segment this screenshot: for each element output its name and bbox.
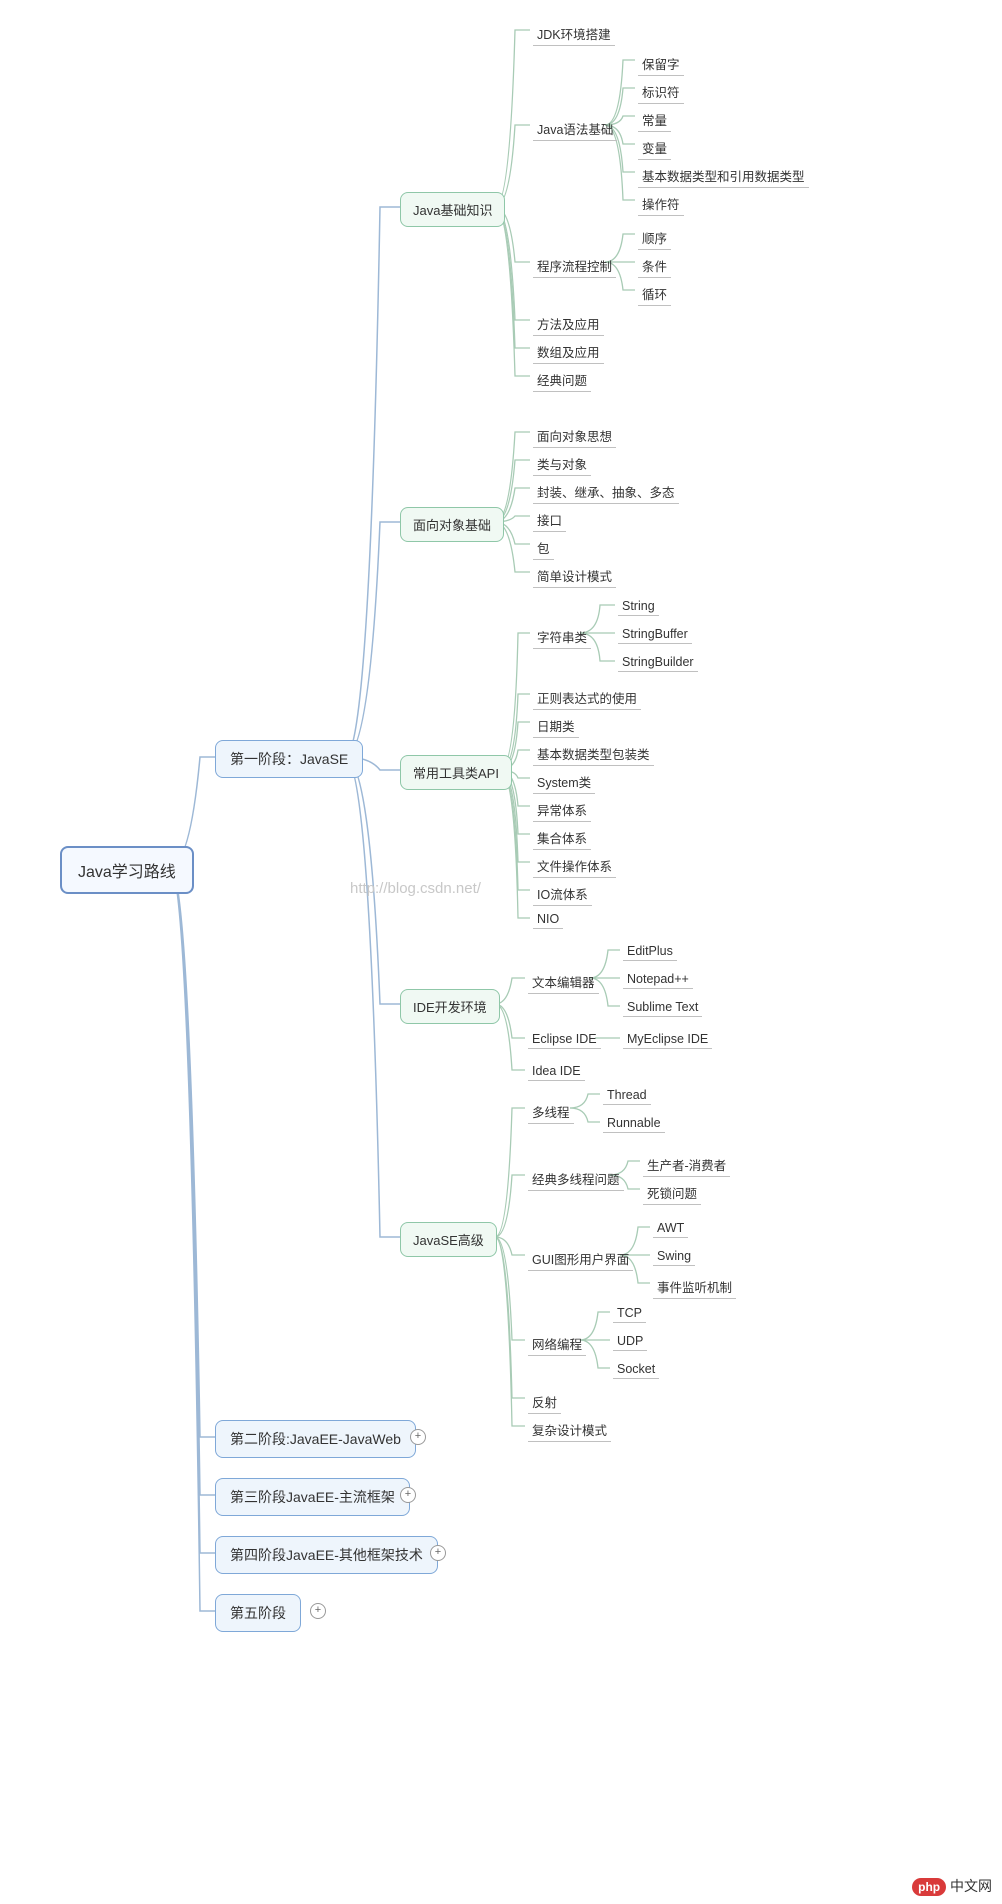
leaf[interactable]: UDP xyxy=(613,1332,647,1351)
phase-3[interactable]: 第三阶段JavaEE-主流框架 xyxy=(215,1478,410,1516)
cat-oop[interactable]: 面向对象基础 xyxy=(400,507,504,542)
leaf[interactable]: 常量 xyxy=(638,108,671,132)
leaf[interactable]: 基本数据类型和引用数据类型 xyxy=(638,164,809,188)
leaf[interactable]: 变量 xyxy=(638,136,671,160)
cat-api[interactable]: 常用工具类API xyxy=(400,755,512,790)
phase-5[interactable]: 第五阶段 xyxy=(215,1594,301,1632)
leaf[interactable]: EditPlus xyxy=(623,942,677,961)
leaf[interactable]: 经典问题 xyxy=(533,368,591,392)
leaf[interactable]: 标识符 xyxy=(638,80,684,104)
leaf[interactable]: String xyxy=(618,597,659,616)
leaf[interactable]: 事件监听机制 xyxy=(653,1275,736,1299)
leaf[interactable]: TCP xyxy=(613,1304,646,1323)
leaf[interactable]: 条件 xyxy=(638,254,671,278)
leaf[interactable]: 日期类 xyxy=(533,714,579,738)
leaf[interactable]: Swing xyxy=(653,1247,695,1266)
connector-canvas xyxy=(0,0,1002,1904)
leaf[interactable]: 包 xyxy=(533,536,554,560)
leaf[interactable]: 操作符 xyxy=(638,192,684,216)
leaf[interactable]: Idea IDE xyxy=(528,1062,585,1081)
leaf[interactable]: StringBuilder xyxy=(618,653,698,672)
leaf[interactable]: 集合体系 xyxy=(533,826,591,850)
leaf[interactable]: IO流体系 xyxy=(533,882,592,906)
leaf[interactable]: 多线程 xyxy=(528,1100,574,1124)
leaf[interactable]: 字符串类 xyxy=(533,625,591,649)
leaf[interactable]: AWT xyxy=(653,1219,688,1238)
leaf[interactable]: MyEclipse IDE xyxy=(623,1030,712,1049)
phase-2[interactable]: 第二阶段:JavaEE-JavaWeb xyxy=(215,1420,416,1458)
leaf[interactable]: 复杂设计模式 xyxy=(528,1418,611,1442)
phase-1[interactable]: 第一阶段：JavaSE xyxy=(215,740,363,778)
cat-java-basics[interactable]: Java基础知识 xyxy=(400,192,505,227)
leaf[interactable]: 方法及应用 xyxy=(533,312,604,336)
leaf[interactable]: 经典多线程问题 xyxy=(528,1167,624,1191)
leaf[interactable]: Socket xyxy=(613,1360,659,1379)
root-label: Java学习路线 xyxy=(78,864,176,881)
leaf[interactable]: 反射 xyxy=(528,1390,561,1414)
leaf[interactable]: 文本编辑器 xyxy=(528,970,599,994)
expand-icon[interactable]: + xyxy=(430,1545,446,1561)
leaf[interactable]: 封装、继承、抽象、多态 xyxy=(533,480,679,504)
leaf[interactable]: Java语法基础 xyxy=(533,117,617,141)
expand-icon[interactable]: + xyxy=(310,1603,326,1619)
cat-advanced[interactable]: JavaSE高级 xyxy=(400,1222,497,1257)
leaf[interactable]: GUI图形用户界面 xyxy=(528,1247,633,1271)
leaf[interactable]: 面向对象思想 xyxy=(533,424,616,448)
site-logo: php 中文网 xyxy=(912,1876,992,1896)
logo-php: php xyxy=(912,1878,946,1896)
leaf[interactable]: Notepad++ xyxy=(623,970,693,989)
expand-icon[interactable]: + xyxy=(410,1429,426,1445)
expand-icon[interactable]: + xyxy=(400,1487,416,1503)
leaf[interactable]: JDK环境搭建 xyxy=(533,22,615,46)
leaf[interactable]: 文件操作体系 xyxy=(533,854,616,878)
leaf[interactable]: StringBuffer xyxy=(618,625,692,644)
leaf[interactable]: 程序流程控制 xyxy=(533,254,616,278)
leaf[interactable]: 接口 xyxy=(533,508,566,532)
leaf[interactable]: 保留字 xyxy=(638,52,684,76)
phase-4[interactable]: 第四阶段JavaEE-其他框架技术 xyxy=(215,1536,438,1574)
leaf[interactable]: 循环 xyxy=(638,282,671,306)
watermark: http://blog.csdn.net/ xyxy=(350,880,481,897)
leaf[interactable]: 死锁问题 xyxy=(643,1181,701,1205)
leaf[interactable]: NIO xyxy=(533,910,563,929)
leaf[interactable]: System类 xyxy=(533,770,595,794)
leaf[interactable]: 生产者-消费者 xyxy=(643,1153,730,1177)
leaf[interactable]: 网络编程 xyxy=(528,1332,586,1356)
leaf[interactable]: 类与对象 xyxy=(533,452,591,476)
root-node[interactable]: Java学习路线 xyxy=(60,846,194,894)
leaf[interactable]: 基本数据类型包装类 xyxy=(533,742,654,766)
leaf[interactable]: Runnable xyxy=(603,1114,665,1133)
leaf[interactable]: 异常体系 xyxy=(533,798,591,822)
cat-ide[interactable]: IDE开发环境 xyxy=(400,989,500,1024)
leaf[interactable]: Eclipse IDE xyxy=(528,1030,601,1049)
leaf[interactable]: Sublime Text xyxy=(623,998,702,1017)
leaf[interactable]: 顺序 xyxy=(638,226,671,250)
logo-text: 中文网 xyxy=(950,1878,992,1894)
leaf[interactable]: 数组及应用 xyxy=(533,340,604,364)
leaf[interactable]: 简单设计模式 xyxy=(533,564,616,588)
leaf[interactable]: 正则表达式的使用 xyxy=(533,686,641,710)
leaf[interactable]: Thread xyxy=(603,1086,651,1105)
